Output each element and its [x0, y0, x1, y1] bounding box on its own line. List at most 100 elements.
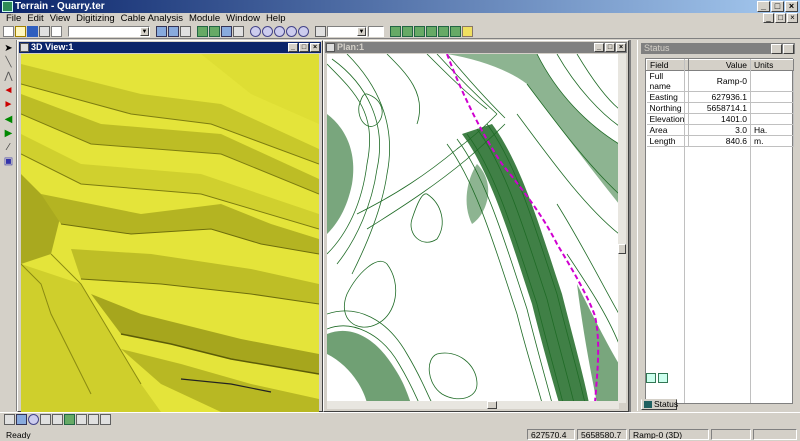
- scale-combo[interactable]: ▼: [327, 26, 367, 37]
- status-panel-float-button[interactable]: □: [771, 44, 782, 54]
- tree-3-icon[interactable]: [414, 26, 425, 37]
- plan-maximize-button[interactable]: □: [605, 43, 615, 52]
- layer-combo[interactable]: ▼: [68, 26, 150, 37]
- tab-status[interactable]: Status: [641, 399, 678, 410]
- pencil-icon[interactable]: ╲: [3, 57, 14, 68]
- menu-help[interactable]: Help: [263, 13, 289, 25]
- menu-window[interactable]: Window: [223, 13, 263, 25]
- tool-7-icon[interactable]: [462, 26, 473, 37]
- plan-titlebar[interactable]: Plan:1 _ □ ×: [325, 42, 627, 53]
- chevron-down-icon[interactable]: ▼: [140, 27, 149, 36]
- menu-module[interactable]: Module: [186, 13, 223, 25]
- view3d-titlebar[interactable]: 3D View:1 _ □ ×: [19, 42, 321, 53]
- column-header-units[interactable]: Units: [750, 59, 794, 71]
- minimize-button[interactable]: _: [757, 1, 770, 12]
- zoom-window-icon[interactable]: [274, 26, 285, 37]
- print-icon[interactable]: [39, 26, 50, 37]
- plan-hscroll-thumb[interactable]: [487, 401, 497, 409]
- move-right-icon[interactable]: ▶: [3, 128, 14, 139]
- layer-tool-2-icon[interactable]: [209, 26, 220, 37]
- view3d-close-button[interactable]: ×: [310, 43, 320, 52]
- edit-properties-icon[interactable]: [646, 373, 656, 383]
- copy-icon[interactable]: [156, 26, 167, 37]
- undo-icon[interactable]: [180, 26, 191, 37]
- status-panel-close-button[interactable]: ×: [783, 44, 794, 54]
- table-row[interactable]: Northing 5658714.1: [646, 102, 794, 114]
- pointer-icon[interactable]: [4, 414, 15, 425]
- tree-6-icon[interactable]: [450, 26, 461, 37]
- table-row[interactable]: Elevation 1401.0: [646, 113, 794, 125]
- orbit-icon[interactable]: [28, 414, 39, 425]
- help-icon[interactable]: [233, 26, 244, 37]
- menu-view[interactable]: View: [47, 13, 73, 25]
- zoom-extents-icon[interactable]: [286, 26, 297, 37]
- field-cell: Easting: [646, 91, 689, 103]
- table-row[interactable]: Area 3.0 Ha.: [646, 124, 794, 136]
- status-panel-title: Status: [644, 43, 670, 53]
- close-button[interactable]: ×: [785, 1, 798, 12]
- redraw-icon[interactable]: [315, 26, 326, 37]
- brush-icon[interactable]: ∕: [3, 142, 14, 153]
- menu-edit[interactable]: Edit: [24, 13, 46, 25]
- new-file-icon[interactable]: [3, 26, 14, 37]
- plan-viewport[interactable]: [327, 54, 619, 403]
- mdi-close-button[interactable]: ×: [787, 13, 798, 23]
- menu-cable-analysis[interactable]: Cable Analysis: [118, 13, 186, 25]
- zoom-in-icon[interactable]: [250, 26, 261, 37]
- grid-icon[interactable]: [88, 414, 99, 425]
- maximize-button[interactable]: □: [771, 1, 784, 12]
- tree-5-icon[interactable]: [438, 26, 449, 37]
- delete-vertex-icon[interactable]: ◄: [3, 85, 14, 96]
- mdi-restore-button[interactable]: □: [775, 13, 786, 23]
- trees-icon[interactable]: [64, 414, 75, 425]
- window-icon[interactable]: [100, 414, 111, 425]
- pan-icon[interactable]: [40, 414, 51, 425]
- units-cell: [750, 113, 794, 125]
- polyline-icon[interactable]: ⋀: [3, 71, 14, 82]
- layers-icon[interactable]: ▣: [3, 156, 14, 167]
- plan-close-button[interactable]: ×: [616, 43, 626, 52]
- mode-combo[interactable]: [368, 26, 384, 37]
- tree-4-icon[interactable]: [426, 26, 437, 37]
- chevron-down-icon[interactable]: ▼: [357, 27, 366, 36]
- left-toolbox: ➤ ╲ ⋀ ◄ ► ◀ ▶ ∕ ▣: [0, 40, 17, 411]
- plan-horizontal-scrollbar[interactable]: [327, 401, 619, 409]
- column-header-value[interactable]: Value: [688, 59, 751, 71]
- select-arrow-icon[interactable]: ➤: [3, 43, 14, 54]
- app-window: Terrain - Quarry.ter _ □ × File Edit Vie…: [0, 0, 800, 441]
- move-left-icon[interactable]: ◀: [3, 114, 14, 125]
- refresh-properties-icon[interactable]: [658, 373, 668, 383]
- paste-icon[interactable]: [168, 26, 179, 37]
- insert-vertex-icon[interactable]: ►: [3, 99, 14, 110]
- plan-minimize-button[interactable]: _: [594, 43, 604, 52]
- view3d-minimize-button[interactable]: _: [288, 43, 298, 52]
- value-cell: 3.0: [688, 124, 751, 136]
- save-icon[interactable]: [27, 26, 38, 37]
- open-file-icon[interactable]: [15, 26, 26, 37]
- hand-icon[interactable]: [76, 414, 87, 425]
- status-panel-titlebar[interactable]: Status □ ×: [641, 43, 795, 54]
- properties-grid[interactable]: Field Value Units Full name Ramp-0 Easti…: [645, 58, 794, 404]
- layer-tool-icon[interactable]: [197, 26, 208, 37]
- table-row[interactable]: Full name Ramp-0: [646, 70, 794, 92]
- menu-digitizing[interactable]: Digitizing: [73, 13, 118, 25]
- mdi-minimize-button[interactable]: _: [763, 13, 774, 23]
- view-3d-icon[interactable]: [16, 414, 27, 425]
- tree-icon[interactable]: [390, 26, 401, 37]
- plan-vertical-scrollbar[interactable]: [618, 54, 626, 403]
- view3d-maximize-button[interactable]: □: [299, 43, 309, 52]
- tree-2-icon[interactable]: [402, 26, 413, 37]
- main-toolbar: ▼ ▼: [0, 25, 800, 39]
- units-cell: [750, 102, 794, 114]
- table-row[interactable]: Easting 627936.1: [646, 91, 794, 103]
- plan-vscroll-thumb[interactable]: [618, 244, 626, 254]
- zoom-previous-icon[interactable]: [298, 26, 309, 37]
- properties-icon[interactable]: [221, 26, 232, 37]
- table-row[interactable]: Length 840.6 m.: [646, 135, 794, 147]
- column-header-field[interactable]: Field: [646, 59, 689, 71]
- print-preview-icon[interactable]: [51, 26, 62, 37]
- terrain-3d-viewport[interactable]: [21, 54, 319, 412]
- menu-file[interactable]: File: [3, 13, 24, 25]
- rotate-icon[interactable]: [52, 414, 63, 425]
- zoom-out-icon[interactable]: [262, 26, 273, 37]
